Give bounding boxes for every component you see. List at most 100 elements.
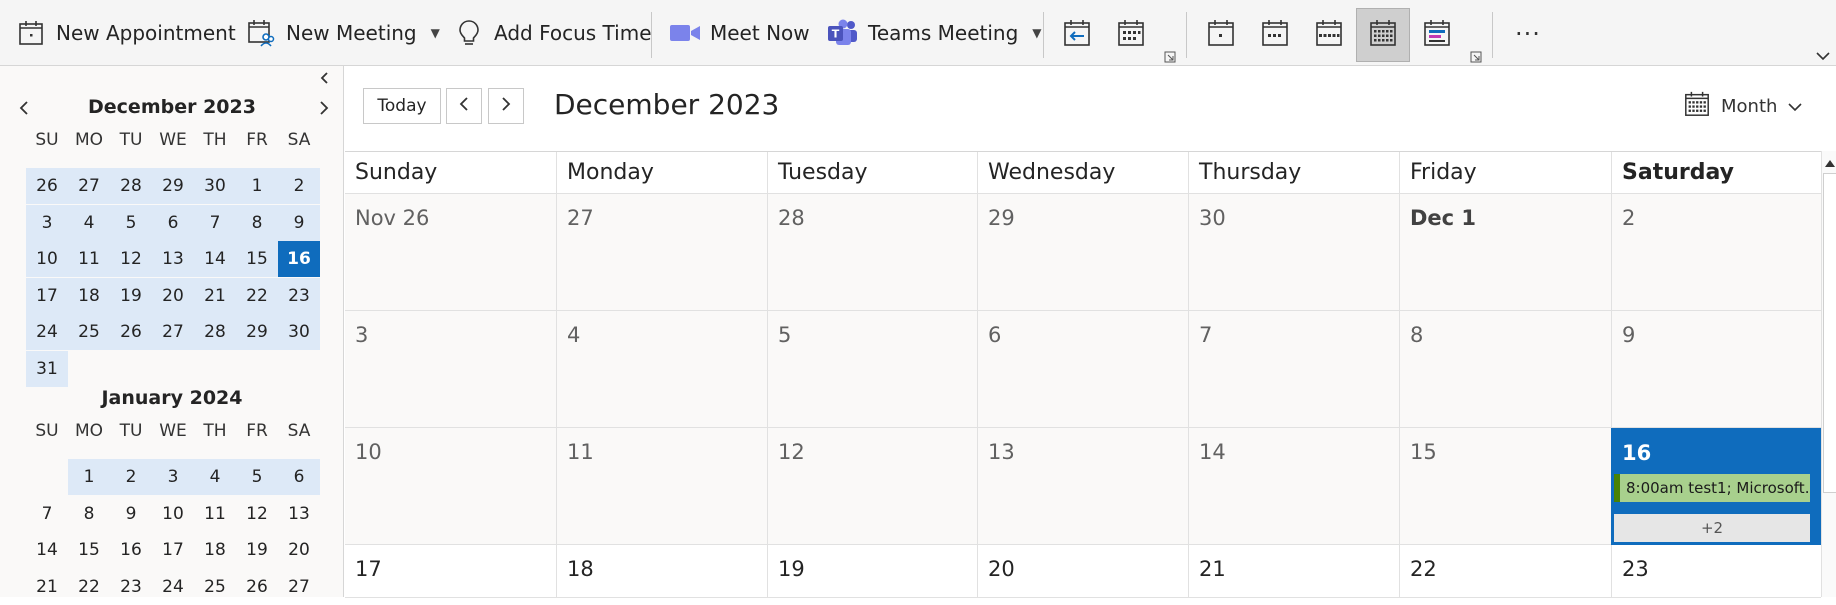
day-cell[interactable]: 28 — [767, 194, 977, 311]
mini-calendar-day[interactable]: 27 — [278, 569, 320, 605]
mini-calendar-day[interactable]: 14 — [26, 532, 68, 568]
go-to-today-view-button[interactable] — [1050, 8, 1104, 62]
mini-calendar-day[interactable]: 11 — [68, 241, 110, 277]
mini-calendar-day[interactable]: 25 — [68, 314, 110, 350]
more-options-button[interactable]: ··· — [1508, 14, 1548, 54]
mini-calendar-day[interactable]: 1 — [236, 168, 278, 204]
mini-calendar-day[interactable]: 26 — [26, 168, 68, 204]
day-cell[interactable]: 11 — [556, 428, 767, 545]
mini-calendar-day[interactable]: 2 — [278, 168, 320, 204]
mini-calendar-day[interactable]: 22 — [236, 277, 278, 314]
more-events-button[interactable]: +2 — [1614, 514, 1810, 542]
mini-calendar-day[interactable]: 12 — [110, 241, 152, 277]
mini-calendar-day[interactable]: 12 — [236, 496, 278, 532]
next-button[interactable] — [488, 88, 524, 124]
day-cell[interactable]: 23 — [1611, 545, 1821, 598]
month-view-button[interactable] — [1356, 8, 1410, 62]
mini-calendar-day[interactable]: 4 — [194, 459, 236, 495]
mini-calendar-day[interactable]: 28 — [110, 168, 152, 204]
mini-calendar-day[interactable]: 5 — [236, 459, 278, 495]
next-seven-days-button[interactable] — [1104, 8, 1158, 62]
day-cell[interactable]: 12 — [767, 428, 977, 545]
mini-calendar-day[interactable]: 22 — [68, 569, 110, 605]
mini-calendar-day[interactable]: 29 — [152, 168, 194, 204]
mini-calendar-day[interactable]: 23 — [278, 277, 320, 314]
mini-calendar-day[interactable]: 26 — [110, 314, 152, 350]
mini-calendar-day[interactable]: 3 — [26, 204, 68, 241]
schedule-view-button[interactable] — [1410, 8, 1464, 62]
mini-calendar-day[interactable]: 7 — [26, 496, 68, 532]
mini-calendar-day[interactable]: 13 — [278, 496, 320, 532]
mini-calendar-day[interactable]: 18 — [68, 277, 110, 314]
mini-calendar-day[interactable]: 5 — [110, 204, 152, 241]
day-cell[interactable]: 17 — [345, 545, 556, 598]
mini-calendar-day[interactable]: 10 — [152, 496, 194, 532]
chevron-down-icon[interactable]: ▼ — [431, 26, 440, 40]
mini-calendar-day[interactable]: 6 — [278, 459, 320, 495]
day-cell[interactable]: 18 — [556, 545, 767, 598]
view-selector[interactable]: Month — [1683, 88, 1803, 124]
next-month-button[interactable] — [312, 96, 336, 120]
day-cell[interactable]: 9 — [1611, 311, 1821, 428]
mini-calendar-day[interactable]: 3 — [152, 459, 194, 495]
day-cell[interactable]: 29 — [977, 194, 1188, 311]
mini-calendar-day[interactable]: 20 — [152, 277, 194, 314]
today-button[interactable]: Today — [363, 88, 441, 124]
day-cell[interactable]: 2 — [1611, 194, 1821, 311]
chevron-down-icon[interactable]: ▼ — [1032, 26, 1041, 40]
mini-calendar-day[interactable]: 1 — [68, 459, 110, 495]
new-meeting-button[interactable]: New Meeting ▼ — [244, 12, 440, 54]
mini-calendar-day[interactable]: 27 — [152, 314, 194, 350]
dialog-launcher-icon[interactable] — [1164, 48, 1176, 63]
mini-calendar-day[interactable]: 16 — [110, 532, 152, 568]
mini-calendar-day[interactable]: 26 — [236, 569, 278, 605]
day-view-button[interactable] — [1194, 8, 1248, 62]
day-cell[interactable]: 30 — [1188, 194, 1399, 311]
day-cell[interactable]: Nov 26 — [345, 194, 556, 311]
day-cell[interactable]: 14 — [1188, 428, 1399, 545]
day-cell[interactable]: Dec 1 — [1399, 194, 1611, 311]
mini-calendar-day[interactable]: 29 — [236, 314, 278, 350]
mini-calendar-day[interactable]: 18 — [194, 532, 236, 568]
vertical-scrollbar[interactable] — [1821, 151, 1836, 597]
mini-calendar-day[interactable]: 10 — [26, 241, 68, 277]
mini-calendar-day[interactable]: 6 — [152, 204, 194, 241]
mini-calendar-day[interactable]: 14 — [194, 241, 236, 277]
mini-calendar-day[interactable]: 21 — [194, 277, 236, 314]
mini-calendar-day[interactable]: 20 — [278, 532, 320, 568]
day-cell[interactable]: 3 — [345, 311, 556, 428]
mini-calendar-day[interactable]: 23 — [110, 569, 152, 605]
mini-calendar-day[interactable]: 24 — [26, 314, 68, 350]
meet-now-button[interactable]: Meet Now — [668, 12, 810, 54]
calendar-event[interactable]: 8:00am test1; Microsoft... — [1614, 474, 1810, 502]
mini-calendar-day[interactable]: 9 — [110, 496, 152, 532]
mini-calendar-day[interactable]: 24 — [152, 569, 194, 605]
day-cell[interactable]: 8 — [1399, 311, 1611, 428]
mini-calendar-day[interactable]: 9 — [278, 204, 320, 241]
teams-meeting-button[interactable]: T Teams Meeting ▼ — [826, 12, 1042, 54]
mini-calendar-day[interactable]: 15 — [68, 532, 110, 568]
day-cell[interactable]: 6 — [977, 311, 1188, 428]
scroll-up-arrow-icon[interactable] — [1824, 153, 1836, 167]
dialog-launcher-icon[interactable] — [1470, 48, 1482, 63]
mini-calendar-day[interactable]: 4 — [68, 204, 110, 241]
day-cell[interactable]: 19 — [767, 545, 977, 598]
day-cell[interactable]: 15 — [1399, 428, 1611, 545]
day-cell[interactable]: 7 — [1188, 311, 1399, 428]
chevron-down-icon[interactable] — [1816, 46, 1830, 61]
mini-calendar-day[interactable]: 30 — [194, 168, 236, 204]
day-cell[interactable]: 22 — [1399, 545, 1611, 598]
mini-calendar-day[interactable]: 17 — [26, 277, 68, 314]
day-cell-today[interactable]: 16 8:00am test1; Microsoft... +2 — [1611, 428, 1821, 545]
work-week-view-button[interactable] — [1248, 8, 1302, 62]
mini-calendar-day[interactable]: 2 — [110, 459, 152, 495]
mini-calendar-today[interactable]: 16 — [278, 241, 320, 277]
mini-calendar-day[interactable]: 30 — [278, 314, 320, 350]
mini-calendar-day[interactable]: 7 — [194, 204, 236, 241]
previous-button[interactable] — [446, 88, 482, 124]
mini-calendar-day[interactable]: 15 — [236, 241, 278, 277]
day-cell[interactable]: 4 — [556, 311, 767, 428]
mini-calendar-day[interactable]: 19 — [236, 532, 278, 568]
day-cell[interactable]: 5 — [767, 311, 977, 428]
day-cell[interactable]: 27 — [556, 194, 767, 311]
